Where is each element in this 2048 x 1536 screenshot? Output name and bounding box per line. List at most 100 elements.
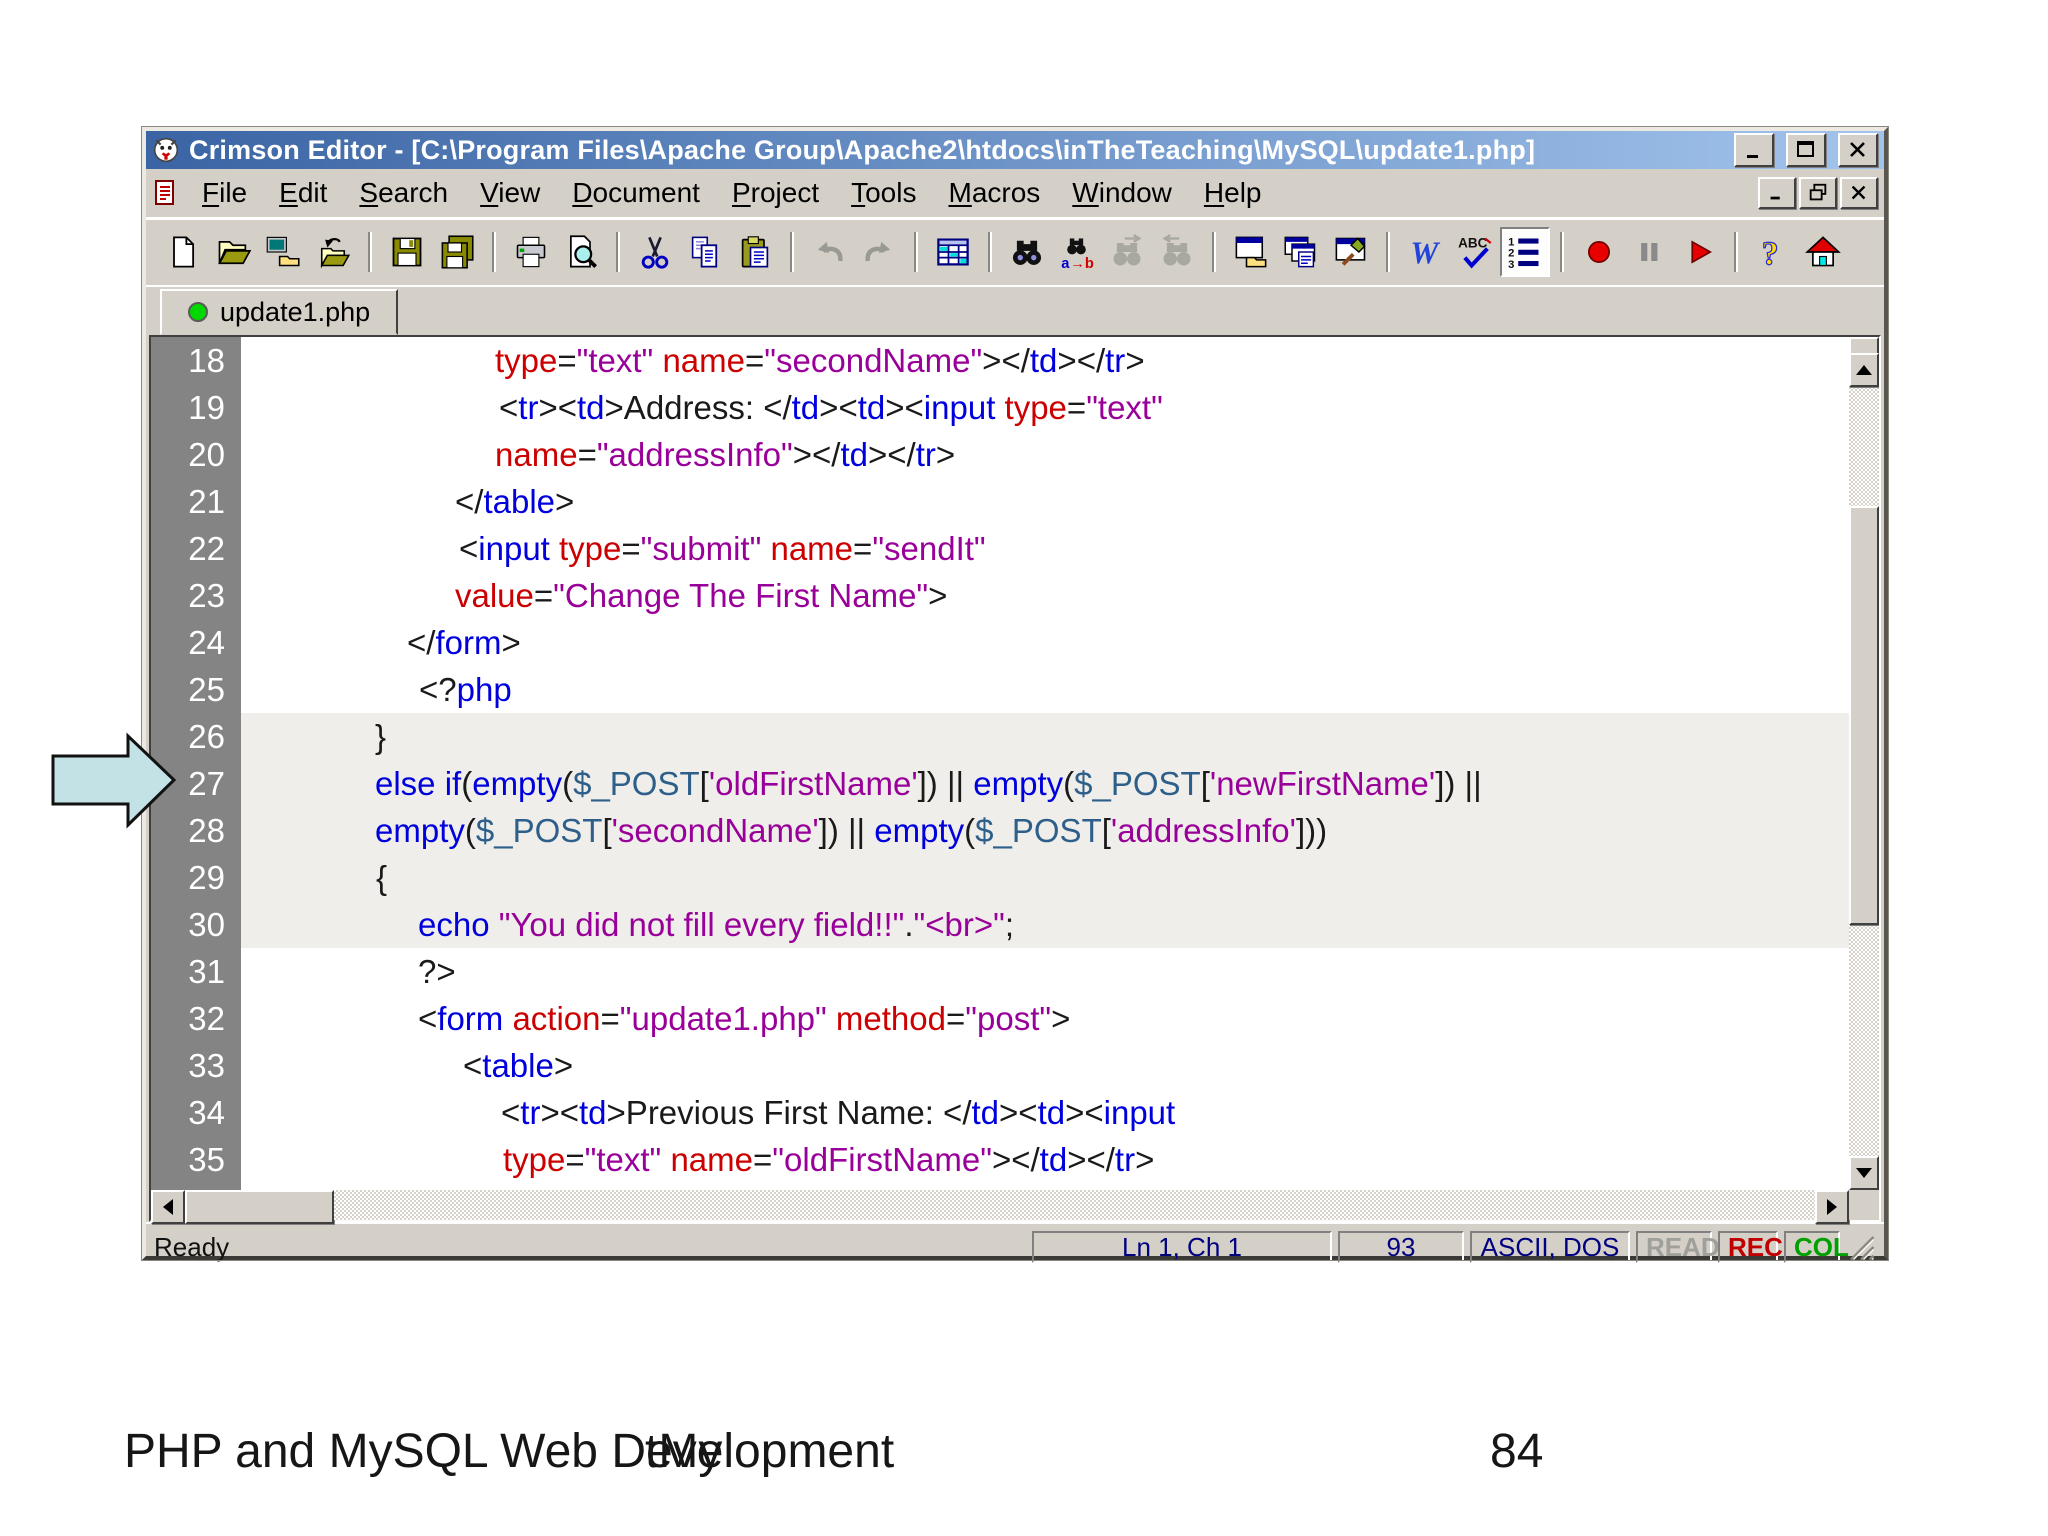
print-preview-button[interactable]	[556, 227, 606, 277]
code-line-30: 30 echo "You did not fill every field!!".…	[151, 901, 1849, 948]
toolbar-separator	[1560, 232, 1564, 272]
word-wrap-button[interactable]: W	[1400, 227, 1450, 277]
print-button[interactable]	[506, 227, 556, 277]
menu-item-window[interactable]: Window	[1056, 175, 1188, 211]
close-button[interactable]	[1838, 133, 1878, 167]
undo-button	[804, 227, 854, 277]
tab-label: update1.php	[220, 296, 371, 327]
code-token: </	[455, 483, 484, 520]
line-numbers-button[interactable]: 123	[1500, 227, 1550, 277]
menu-item-edit[interactable]: Edit	[263, 175, 343, 211]
save-button[interactable]	[382, 227, 432, 277]
line-number: 25	[151, 666, 241, 713]
code-token: tr	[518, 389, 539, 426]
svg-text:ABC: ABC	[1458, 236, 1487, 251]
code-token: >	[1135, 1141, 1155, 1178]
scroll-up-button[interactable]	[1849, 353, 1879, 387]
code-token: name	[662, 342, 746, 379]
tools-window-button[interactable]	[1326, 227, 1376, 277]
toolbar-separator	[790, 232, 794, 272]
find-button[interactable]	[1002, 227, 1052, 277]
undo-icon	[811, 234, 847, 270]
menu-item-macros[interactable]: Macros	[932, 175, 1056, 211]
resize-grip[interactable]	[1846, 1232, 1876, 1262]
code-token: =	[1066, 389, 1087, 426]
svg-text:a: a	[1061, 256, 1070, 270]
menu-item-document[interactable]: Document	[556, 175, 716, 211]
tab-strip: update1.php	[146, 285, 1884, 335]
horizontal-scrollbar[interactable]	[151, 1190, 1879, 1224]
code-token: "text"	[584, 1141, 662, 1178]
child-close-button[interactable]	[1840, 177, 1878, 209]
grid-button[interactable]	[928, 227, 978, 277]
code-token: "<br>"	[913, 906, 1005, 943]
code-editor[interactable]: 18 type="text" name="secondName"></td></t…	[151, 337, 1879, 1190]
horizontal-scroll-track[interactable]	[334, 1190, 1815, 1220]
child-restore-button[interactable]	[1799, 177, 1837, 209]
save-all-button[interactable]	[432, 227, 482, 277]
vertical-scrollbar[interactable]	[1849, 337, 1879, 1190]
home-button[interactable]	[1798, 227, 1848, 277]
vertical-scroll-thumb[interactable]	[1849, 506, 1879, 925]
code-text: <tr><td>Previous First Name: </td><td><i…	[241, 1089, 1849, 1136]
copy-button[interactable]	[680, 227, 730, 277]
menu-item-project[interactable]: Project	[716, 175, 835, 211]
help-button[interactable]: ?	[1748, 227, 1798, 277]
record-macro-button[interactable]	[1574, 227, 1624, 277]
scroll-right-button[interactable]	[1815, 1190, 1849, 1224]
redo-button	[854, 227, 904, 277]
code-token: empty	[472, 765, 563, 802]
scroll-left-button[interactable]	[151, 1190, 185, 1224]
code-token: table	[482, 1047, 554, 1084]
status-line-count: 93	[1338, 1231, 1464, 1263]
menu-item-help[interactable]: Help	[1188, 175, 1278, 211]
maximize-button[interactable]	[1786, 133, 1826, 167]
menu-item-search[interactable]: Search	[343, 175, 464, 211]
code-line-21: 21 </table>	[151, 478, 1849, 525]
code-token: >	[501, 624, 521, 661]
replace-button[interactable]: a →b	[1052, 227, 1102, 277]
code-line-25: 25 <?php	[151, 666, 1849, 713]
code-token: <	[418, 1000, 438, 1037]
toolbar-separator	[616, 232, 620, 272]
code-token: td	[1039, 1141, 1068, 1178]
output-window-button[interactable]	[1276, 227, 1326, 277]
line-number: 20	[151, 431, 241, 478]
line-number: 35	[151, 1136, 241, 1183]
open-file-button[interactable]	[208, 227, 258, 277]
code-line-20: 20 name="addressInfo"></td></tr>	[151, 431, 1849, 478]
paste-button[interactable]	[730, 227, 780, 277]
cut-button[interactable]	[630, 227, 680, 277]
scroll-down-button[interactable]	[1849, 1156, 1879, 1190]
new-file-button[interactable]	[158, 227, 208, 277]
code-line-33: 33 <table>	[151, 1042, 1849, 1089]
minimize-button[interactable]	[1734, 133, 1774, 167]
code-token: "text"	[1086, 389, 1163, 426]
toolbar-separator	[988, 232, 992, 272]
open-remote-button[interactable]	[258, 227, 308, 277]
menu-item-file[interactable]: File	[186, 175, 263, 211]
menu-item-view[interactable]: View	[464, 175, 556, 211]
tab-update1-php[interactable]: update1.php	[160, 289, 399, 335]
play-macro-button[interactable]	[1674, 227, 1724, 277]
horizontal-scroll-thumb[interactable]	[185, 1190, 334, 1224]
spell-check-button[interactable]: ABC	[1450, 227, 1500, 277]
code-token: input	[1103, 1094, 1176, 1131]
code-token: =	[621, 530, 641, 567]
close-folder-button[interactable]	[308, 227, 358, 277]
child-restore-icon	[1809, 183, 1827, 201]
project-window-icon	[1233, 234, 1269, 270]
file-status-icon	[188, 302, 208, 322]
svg-text:→b: →b	[1070, 256, 1094, 270]
right-arrow-icon	[1827, 1199, 1837, 1215]
replace-icon: a →b	[1059, 234, 1095, 270]
line-number: 30	[151, 901, 241, 948]
child-minimize-button[interactable]	[1758, 177, 1796, 209]
code-token: ></	[1057, 342, 1106, 379]
open-remote-icon	[265, 234, 301, 270]
toolbar-separator	[914, 232, 918, 272]
code-token: ><	[540, 1094, 579, 1131]
menu-item-tools[interactable]: Tools	[835, 175, 932, 211]
code-token: "sendIt"	[872, 530, 986, 567]
project-window-button[interactable]	[1226, 227, 1276, 277]
